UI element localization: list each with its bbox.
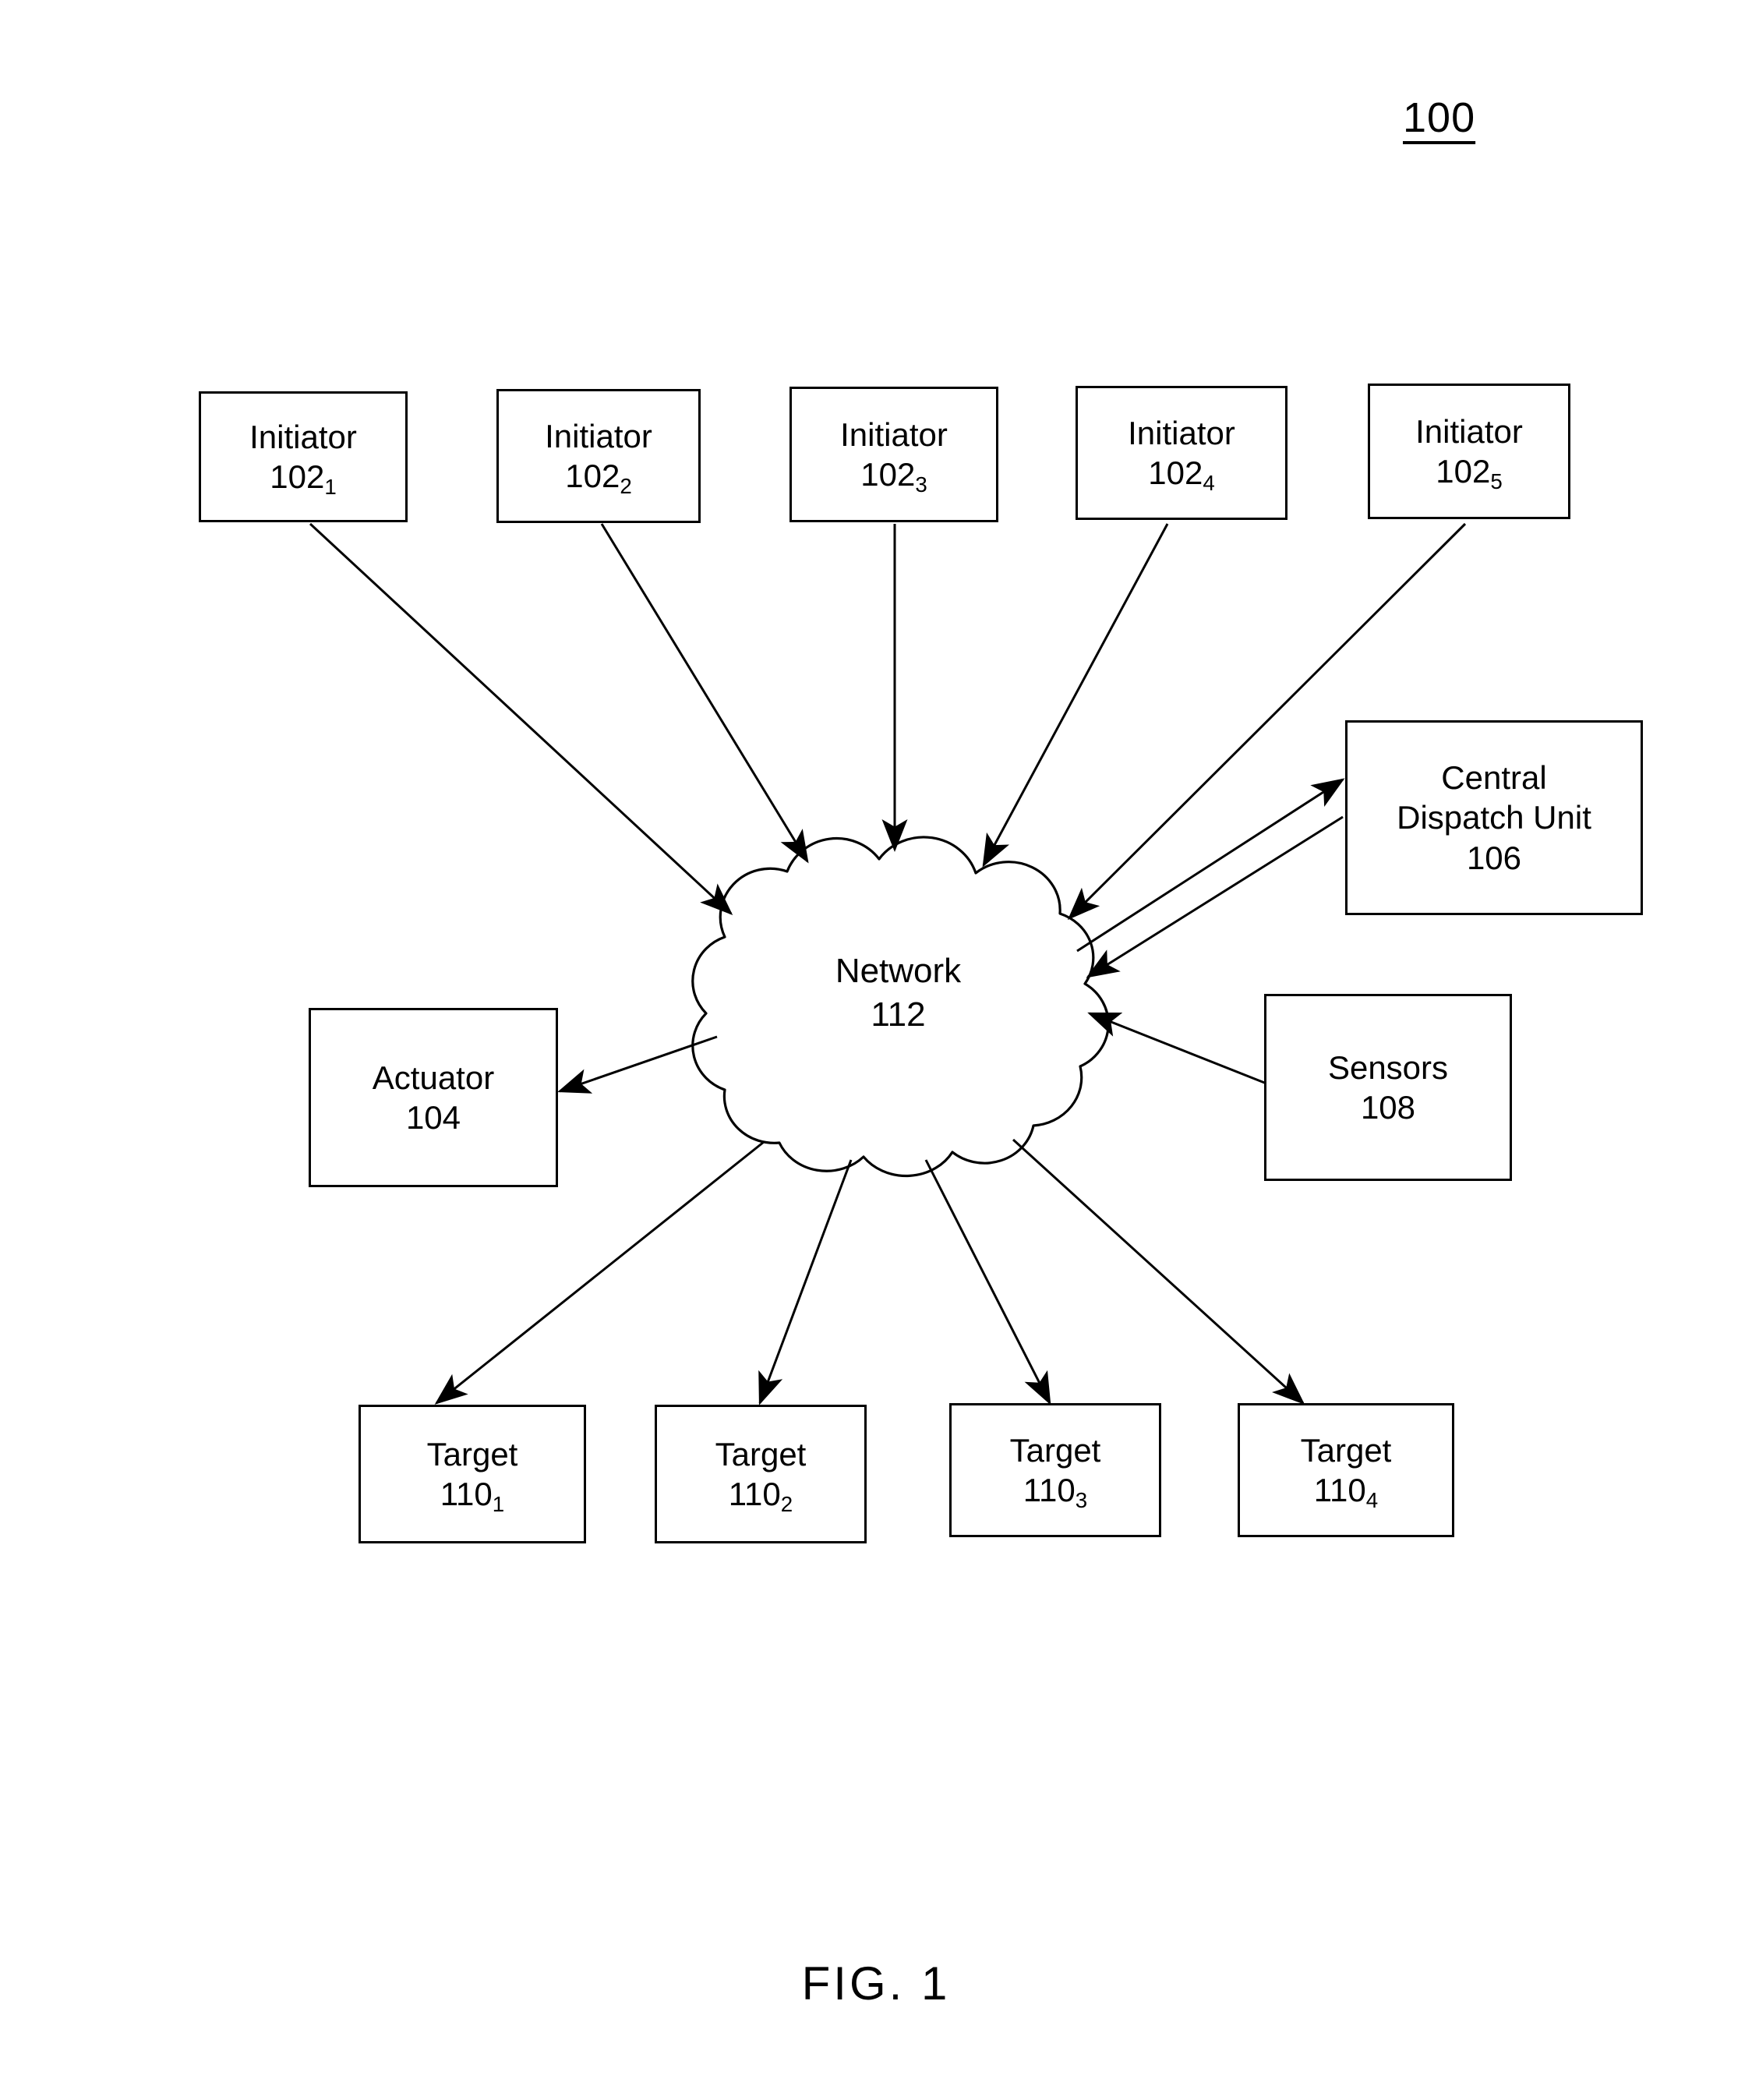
central-dispatch-unit-ref: 106 — [1466, 839, 1522, 876]
initiator-5-label: Initiator — [1415, 412, 1523, 450]
initiator-1-ref: 1021 — [270, 458, 337, 499]
node-target-4[interactable]: Target 1104 — [1238, 1403, 1454, 1537]
connector-network-to-target-4 — [1012, 1138, 1305, 1405]
target-2-label: Target — [715, 1435, 807, 1472]
connector-central-dispatch-unit-to-network — [1086, 815, 1344, 978]
initiator-3-label: Initiator — [840, 415, 948, 453]
target-3-ref: 1103 — [1023, 1472, 1088, 1512]
connector-network-to-target-2 — [758, 1159, 853, 1405]
node-target-1[interactable]: Target 1101 — [359, 1405, 586, 1543]
target-2-ref: 1102 — [728, 1476, 793, 1516]
sensors-ref: 108 — [1360, 1089, 1416, 1126]
figure-caption: FIG. 1 — [801, 1957, 951, 2010]
patent-figure-page: 100 Network 112 Initiator 1021 Initiator… — [0, 0, 1752, 2100]
central-dispatch-unit-label-1: Central — [1441, 759, 1547, 797]
node-initiator-3[interactable]: Initiator 1023 — [789, 387, 998, 522]
node-target-3[interactable]: Target 1103 — [949, 1403, 1161, 1537]
target-3-label: Target — [1009, 1431, 1101, 1469]
connector-initiator-4-to-network — [982, 523, 1169, 868]
connector-initiator-1-to-network — [309, 522, 733, 916]
initiator-4-label: Initiator — [1128, 414, 1235, 451]
connector-sensors-to-network — [1087, 1012, 1267, 1085]
node-initiator-2[interactable]: Initiator 1022 — [496, 389, 701, 523]
initiator-4-ref: 1024 — [1148, 454, 1215, 495]
initiator-3-ref: 1023 — [860, 456, 927, 497]
connector-network-to-target-3 — [924, 1159, 1051, 1405]
node-target-2[interactable]: Target 1102 — [655, 1405, 867, 1543]
central-dispatch-unit-label-2: Dispatch Unit — [1397, 799, 1591, 836]
actuator-ref: 104 — [405, 1099, 461, 1136]
initiator-2-ref: 1022 — [565, 458, 632, 498]
connector-network-to-central-dispatch-unit — [1076, 778, 1345, 953]
node-initiator-4[interactable]: Initiator 1024 — [1076, 386, 1288, 520]
network-node: Network 112 — [705, 949, 1091, 1038]
network-label: Network — [835, 952, 962, 990]
target-1-ref: 1101 — [440, 1476, 505, 1516]
initiator-2-label: Initiator — [545, 417, 652, 454]
network-ref: 112 — [871, 995, 926, 1034]
initiator-1-label: Initiator — [249, 418, 357, 455]
sensors-label: Sensors — [1327, 1048, 1449, 1086]
actuator-label: Actuator — [372, 1059, 495, 1096]
target-1-label: Target — [426, 1435, 518, 1472]
target-4-label: Target — [1300, 1431, 1392, 1469]
node-sensors[interactable]: Sensors 108 — [1264, 994, 1512, 1181]
target-4-ref: 1104 — [1313, 1472, 1379, 1512]
connector-network-to-actuator — [557, 1035, 718, 1094]
node-actuator[interactable]: Actuator 104 — [309, 1008, 558, 1187]
node-central-dispatch-unit[interactable]: Central Dispatch Unit 106 — [1345, 720, 1643, 915]
node-initiator-5[interactable]: Initiator 1025 — [1368, 384, 1570, 519]
node-initiator-1[interactable]: Initiator 1021 — [199, 391, 408, 522]
initiator-5-ref: 1025 — [1436, 453, 1503, 493]
connector-initiator-2-to-network — [600, 523, 809, 864]
